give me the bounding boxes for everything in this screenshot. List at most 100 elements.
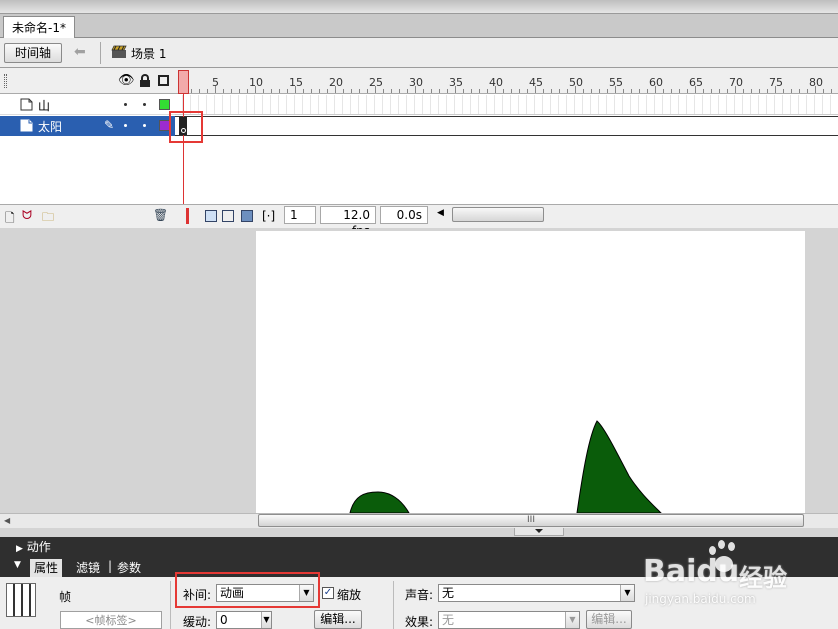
onion-markers-icon[interactable]: [·] <box>262 209 275 223</box>
ruler-tick <box>215 86 216 93</box>
scene-clapper-icon <box>111 45 127 58</box>
ruler-tick <box>383 89 384 93</box>
onion-skin-icon[interactable] <box>205 210 217 222</box>
ruler-tick <box>367 89 368 93</box>
scene-label[interactable]: 场景 1 <box>131 45 166 62</box>
tab-properties[interactable]: 属性 <box>30 559 63 577</box>
ruler-tick <box>695 86 696 93</box>
ruler-tick <box>815 86 816 93</box>
ruler-tick <box>327 89 328 93</box>
tab-parameters[interactable]: 参数 <box>117 559 141 576</box>
timeline-scroll-thumb[interactable] <box>452 207 544 222</box>
ruler-tick <box>623 89 624 93</box>
panel-collapse-tab[interactable] <box>514 528 564 536</box>
panel-grip[interactable] <box>4 74 7 88</box>
effect-label: 效果: <box>405 615 434 629</box>
collapse-arrow-icon[interactable]: ▼ <box>14 560 21 570</box>
ruler-tick <box>671 89 672 93</box>
scroll-left-icon[interactable]: ◀ <box>437 208 444 218</box>
add-layer-icon[interactable]: 🗋 <box>5 209 15 230</box>
ruler-tick <box>575 86 576 93</box>
hills-artwork[interactable] <box>256 231 805 513</box>
visible-dot[interactable] <box>124 103 127 106</box>
lock-dot[interactable] <box>143 103 146 106</box>
add-folder-icon[interactable]: 🗀 <box>42 208 54 229</box>
ruler-tick <box>823 89 824 93</box>
ease-field[interactable]: 0 ▼ <box>216 611 272 629</box>
lock-dot[interactable] <box>143 124 146 127</box>
add-guide-layer-icon[interactable]: ᗢ <box>22 208 32 223</box>
frame-ruler[interactable]: 15101520253035404550556065707580 <box>175 68 838 94</box>
stage-canvas[interactable] <box>256 231 805 513</box>
ruler-tick <box>663 89 664 93</box>
ruler-tick <box>295 86 296 93</box>
ruler-tick <box>199 89 200 93</box>
ruler-tick <box>359 89 360 93</box>
outline-icon[interactable] <box>158 75 169 86</box>
frame-label-input[interactable]: <帧标签> <box>60 611 162 629</box>
panel-divider <box>170 581 171 629</box>
ruler-tick <box>471 89 472 93</box>
scroll-left-icon[interactable]: ◀ <box>4 516 10 525</box>
ruler-tick <box>303 89 304 93</box>
sound-select[interactable]: 无 ▼ <box>438 584 635 602</box>
visible-dot[interactable] <box>124 124 127 127</box>
ruler-tick <box>775 86 776 93</box>
edit-multiple-icon[interactable] <box>241 210 253 222</box>
frames-row-taiyang[interactable] <box>175 116 838 136</box>
timeline-toggle-button[interactable]: 时间轴 <box>4 43 62 63</box>
tab-filters[interactable]: 滤镜 <box>76 559 100 576</box>
pencil-icon: ✎ <box>104 118 115 132</box>
ruler-tick <box>287 89 288 93</box>
baidu-watermark-logo: Baidu 经验 jingyan.baidu.com <box>643 540 803 610</box>
ruler-tick <box>455 86 456 93</box>
ruler-tick <box>255 86 256 93</box>
onion-outline-icon[interactable] <box>222 210 234 222</box>
ruler-tick <box>495 86 496 93</box>
edit-sound-button[interactable]: 编辑... <box>586 610 632 629</box>
ruler-tick <box>407 89 408 93</box>
highlight-keyframe <box>169 111 203 143</box>
scale-checkbox[interactable]: ✓ <box>322 587 334 599</box>
layer-color-swatch[interactable] <box>159 99 170 110</box>
ruler-tick <box>527 89 528 93</box>
elapsed-time-field[interactable]: 0.0s <box>380 206 428 224</box>
layer-row-taiyang[interactable]: 太阳 ✎ <box>0 116 175 136</box>
ruler-tick <box>519 89 520 93</box>
eye-icon[interactable]: 👁 <box>118 73 135 88</box>
frames-row-shan[interactable] <box>175 95 838 115</box>
ruler-tick <box>791 89 792 93</box>
ease-label: 缓动: <box>183 615 212 629</box>
ruler-tick <box>639 89 640 93</box>
document-tab[interactable]: 未命名-1* <box>3 16 75 38</box>
ruler-tick-label: 25 <box>369 76 383 89</box>
ruler-tick <box>479 89 480 93</box>
lock-icon[interactable] <box>140 74 150 87</box>
layer-row-shan[interactable]: 山 <box>0 95 175 115</box>
playhead[interactable] <box>178 70 189 94</box>
tab-separator: | <box>108 559 113 573</box>
ruler-tick <box>503 89 504 93</box>
fps-field[interactable]: 12.0 fps <box>320 206 376 238</box>
ruler-tick <box>655 86 656 93</box>
back-arrow-icon[interactable]: ⬅ <box>74 44 86 60</box>
trash-icon[interactable]: 🗑 <box>153 208 168 222</box>
ruler-tick <box>431 89 432 93</box>
current-frame-field[interactable]: 1 <box>284 206 316 224</box>
ruler-tick <box>247 89 248 93</box>
ruler-tick <box>231 89 232 93</box>
effect-select[interactable]: 无 ▼ <box>438 611 580 629</box>
ruler-tick <box>807 89 808 93</box>
layer-page-icon <box>20 119 33 132</box>
scale-label: 缩放 <box>337 588 362 602</box>
ruler-tick-label: 20 <box>329 76 343 89</box>
center-frame-icon[interactable] <box>186 208 189 224</box>
layer-page-icon <box>20 98 33 111</box>
stage-scroll-thumb[interactable]: III <box>258 514 804 527</box>
ruler-tick <box>727 89 728 93</box>
ruler-tick <box>735 86 736 93</box>
layer-name: 山 <box>38 99 51 113</box>
ruler-tick <box>615 86 616 93</box>
ruler-tick <box>583 89 584 93</box>
edit-ease-button[interactable]: 编辑... <box>314 610 362 629</box>
